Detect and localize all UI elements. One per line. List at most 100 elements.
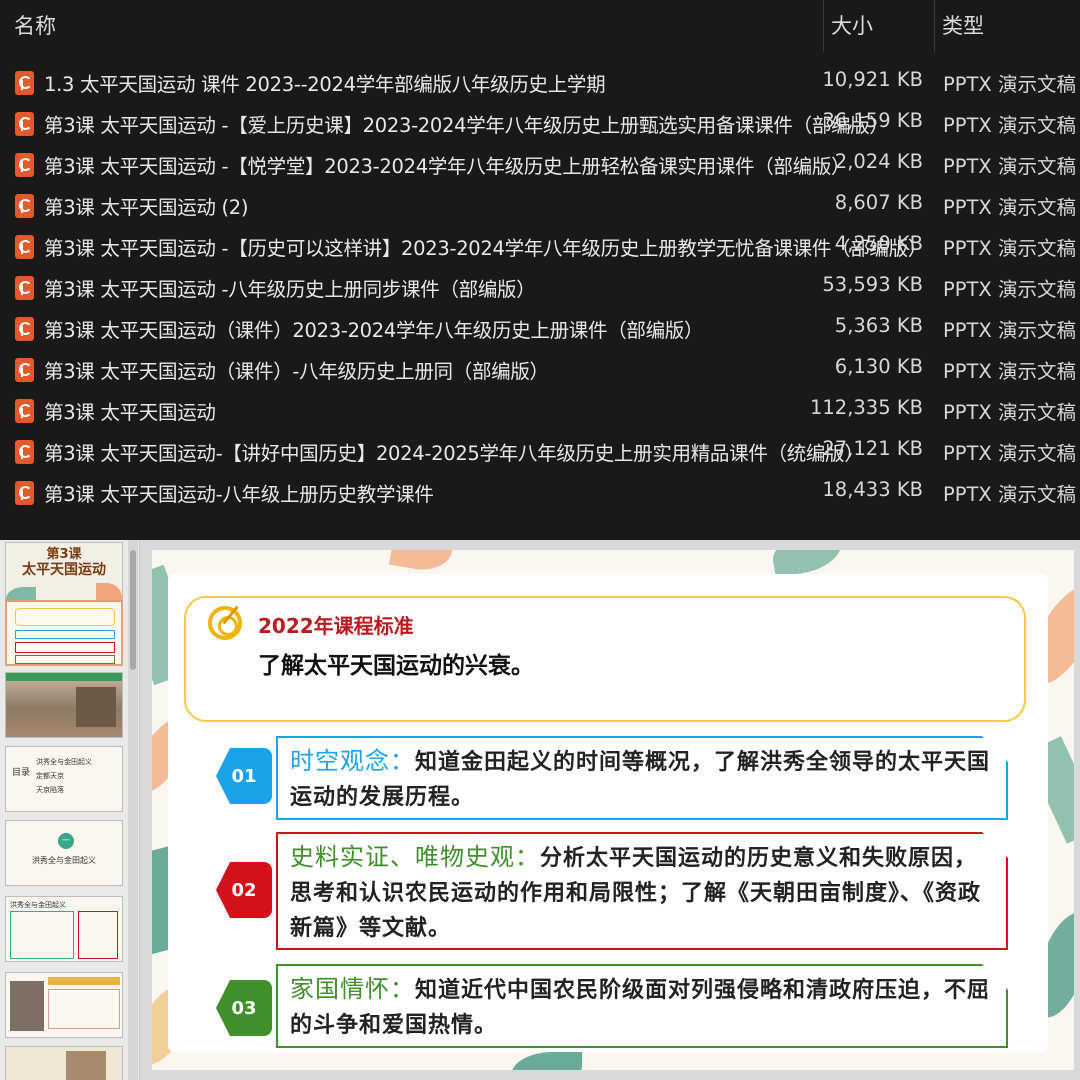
curriculum-standard-title: 2022年课程标准 [258, 614, 414, 638]
file-row[interactable]: 第3课 太平天国运动 -【悦学堂】2023-2024学年八年级历史上册轻松备课实… [0, 144, 1080, 185]
thumb-photo-building [76, 687, 116, 727]
thumb-portrait [10, 981, 44, 1031]
thumb-text-box [10, 911, 74, 959]
objective-label: 家国情怀： [290, 975, 415, 1003]
thumb-section-number: 一 [58, 833, 74, 849]
column-divider[interactable] [823, 0, 824, 52]
file-size: 18,433 KB [822, 478, 923, 501]
pptx-file-icon [15, 317, 34, 341]
thumb-slide-title: 洪秀全与金田起义 [10, 901, 66, 909]
file-row[interactable]: 第3课 太平天国运动-八年级上册历史教学课件 18,433 KB PPTX 演示文稿 [0, 472, 1080, 513]
file-type: PPTX 演示文稿 [943, 155, 1076, 178]
file-type: PPTX 演示文稿 [943, 196, 1076, 219]
file-name: 第3课 太平天国运动 [44, 401, 216, 424]
slide-thumbnail-panel: 第3课 太平天国运动 目录 洪秀全与金田起义 定都天京 天京陷落 一 洪秀全与金… [0, 540, 140, 1080]
column-header-size[interactable]: 大小 [831, 10, 873, 40]
slide-thumbnail-7[interactable] [5, 972, 123, 1038]
thumb-contents-item: 洪秀全与金田起义 [36, 758, 92, 766]
curriculum-standard-text: 了解太平天国运动的兴衰。 [258, 653, 534, 679]
thumb-item-box [15, 655, 115, 664]
file-name: 第3课 太平天国运动 -【历史可以这样讲】2023-2024学年八年级历史上册教… [44, 237, 928, 260]
file-size: 8,607 KB [834, 191, 923, 214]
file-type: PPTX 演示文稿 [943, 319, 1076, 342]
file-row[interactable]: 第3课 太平天国运动 -八年级历史上册同步课件（部编版） 53,593 KB PPT… [0, 267, 1080, 308]
pptx-file-icon [15, 153, 34, 177]
slide-thumbnail-8[interactable] [5, 1046, 123, 1080]
column-divider[interactable] [934, 0, 935, 52]
file-row[interactable]: 第3课 太平天国运动 -【爱上历史课】2023-2024学年八年级历史上册甄选实… [0, 103, 1080, 144]
file-name: 第3课 太平天国运动 -八年级历史上册同步课件（部编版） [44, 278, 536, 301]
slide-thumbnail-5[interactable]: 一 洪秀全与金田起义 [5, 820, 123, 886]
presentation-viewer: 第3课 太平天国运动 目录 洪秀全与金田起义 定都天京 天京陷落 一 洪秀全与金… [0, 540, 1080, 1080]
pptx-file-icon [15, 71, 34, 95]
file-type: PPTX 演示文稿 [943, 114, 1076, 137]
slide-thumbnail-2[interactable] [5, 600, 123, 666]
thumbnail-scrollbar-thumb[interactable] [130, 550, 136, 670]
file-name: 第3课 太平天国运动 -【爱上历史课】2023-2024学年八年级历史上册甄选实… [44, 114, 889, 137]
thumb-title-line2: 太平天国运动 [22, 562, 106, 578]
file-name: 第3课 太平天国运动-八年级上册历史教学课件 [44, 483, 434, 506]
leaf-decoration [388, 550, 456, 575]
file-type: PPTX 演示文稿 [943, 73, 1076, 96]
thumb-banner [6, 673, 122, 681]
thumb-text-box [48, 989, 120, 1029]
column-header-type[interactable]: 类型 [942, 10, 984, 40]
thumb-contents-label: 目录 [12, 768, 31, 778]
pptx-file-icon [15, 440, 34, 464]
file-type: PPTX 演示文稿 [943, 483, 1076, 506]
file-size: 6,130 KB [834, 355, 923, 378]
leaf-decoration [512, 1052, 582, 1070]
file-size: 4,250 KB [834, 232, 923, 255]
thumb-contents-list: 洪秀全与金田起义 定都天京 天京陷落 [36, 755, 92, 797]
file-type: PPTX 演示文稿 [943, 278, 1076, 301]
file-row[interactable]: 第3课 太平天国运动 -【历史可以这样讲】2023-2024学年八年级历史上册教… [0, 226, 1080, 267]
file-name: 1.3 太平天国运动 课件 2023--2024学年部编版八年级历史上学期 [44, 73, 606, 96]
box-corner-notch [982, 964, 1008, 990]
slide-thumbnail-1[interactable]: 第3课 太平天国运动 [5, 542, 123, 608]
file-size: 27,121 KB [822, 437, 923, 460]
file-type: PPTX 演示文稿 [943, 360, 1076, 383]
file-row[interactable]: 1.3 太平天国运动 课件 2023--2024学年部编版八年级历史上学期 10,… [0, 62, 1080, 103]
thumb-heading-bar [48, 977, 120, 985]
file-row[interactable]: 第3课 太平天国运动 112,335 KB PPTX 演示文稿 [0, 390, 1080, 431]
file-name: 第3课 太平天国运动-【讲好中国历史】2024-2025学年八年级历史上册实用精… [44, 442, 864, 465]
file-row[interactable]: 第3课 太平天国运动-【讲好中国历史】2024-2025学年八年级历史上册实用精… [0, 431, 1080, 472]
pptx-file-icon [15, 112, 34, 136]
file-name: 第3课 太平天国运动（课件）2023-2024学年八年级历史上册课件（部编版） [44, 319, 704, 342]
column-header-name[interactable]: 名称 [14, 10, 56, 40]
file-type: PPTX 演示文稿 [943, 237, 1076, 260]
file-size: 36,159 KB [822, 109, 923, 132]
file-size: 112,335 KB [809, 396, 923, 419]
file-type: PPTX 演示文稿 [943, 442, 1076, 465]
slide-thumbnail-6[interactable]: 洪秀全与金田起义 [5, 896, 123, 962]
pptx-file-icon [15, 235, 34, 259]
file-type: PPTX 演示文稿 [943, 401, 1076, 424]
pptx-file-icon [15, 276, 34, 300]
file-name: 第3课 太平天国运动 (2) [44, 196, 249, 219]
pptx-file-icon [15, 358, 34, 382]
thumb-item-box [15, 630, 115, 639]
objective-label: 时空观念： [290, 747, 415, 775]
file-row[interactable]: 第3课 太平天国运动（课件）2023-2024学年八年级历史上册课件（部编版） 5… [0, 308, 1080, 349]
file-name: 第3课 太平天国运动 -【悦学堂】2023-2024学年八年级历史上册轻松备课实… [44, 155, 851, 178]
thumb-item-box [15, 642, 115, 653]
box-corner-notch [982, 736, 1008, 762]
current-slide: 2022年课程标准 了解太平天国运动的兴衰。 01 时空观念：知道金田起义的时间… [152, 550, 1074, 1070]
slide-thumbnail-3[interactable] [5, 672, 123, 738]
file-row[interactable]: 第3课 太平天国运动 (2) 8,607 KB PPTX 演示文稿 [0, 185, 1080, 226]
thumb-text-box [78, 911, 118, 959]
slide-thumbnail-4[interactable]: 目录 洪秀全与金田起义 定都天京 天京陷落 [5, 746, 123, 812]
objective-text-box: 史料实证、唯物史观：分析太平天国运动的历史意义和失败原因，思考和认识农民运动的作… [276, 832, 1008, 950]
sort-up-icon[interactable]: ^ [410, 0, 421, 9]
column-header-bar: ^ 名称 大小 类型 [0, 0, 1080, 52]
target-icon [208, 606, 242, 640]
objective-label: 史料实证、唯物史观： [290, 843, 540, 871]
thumb-contents-item: 天京陷落 [36, 786, 64, 794]
pptx-file-icon [15, 399, 34, 423]
file-size: 53,593 KB [822, 273, 923, 296]
thumb-contents-item: 定都天京 [36, 772, 64, 780]
file-size: 5,363 KB [834, 314, 923, 337]
file-size: 10,921 KB [822, 68, 923, 91]
file-row[interactable]: 第3课 太平天国运动（课件）-八年级历史上册同（部编版） 6,130 KB PPTX… [0, 349, 1080, 390]
pptx-file-icon [15, 194, 34, 218]
